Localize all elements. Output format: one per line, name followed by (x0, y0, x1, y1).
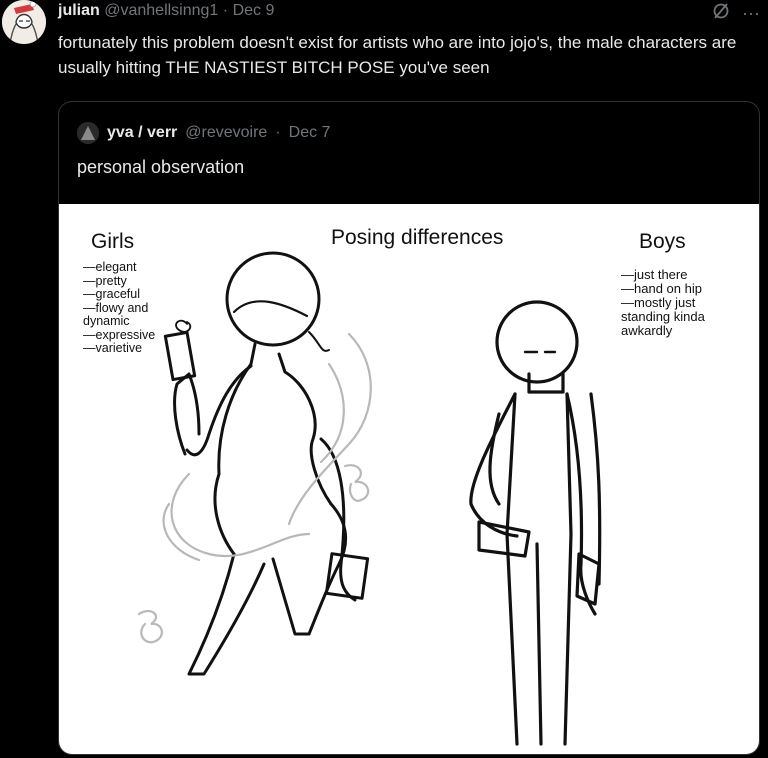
girl-figure (163, 251, 370, 676)
tweet-header: julian @vanhellsinng1 · Dec 9 (58, 2, 274, 20)
grok-icon[interactable] (712, 2, 730, 25)
posing-sketch (137, 251, 602, 746)
separator-dot: · (275, 124, 281, 141)
author-handle[interactable]: @vanhellsinng1 (104, 2, 218, 19)
quoted-author-name[interactable]: yva / verr (107, 124, 177, 142)
quoted-author-avatar[interactable] (77, 122, 99, 144)
quoted-tweet-image[interactable]: Posing differences Girls —elegant —prett… (59, 204, 759, 754)
avatar-drawing (2, 0, 46, 44)
tweet-text: fortunately this problem doesn't exist f… (58, 33, 737, 77)
quoted-tweet-card[interactable]: yva / verr @revevoire · Dec 7 personal o… (58, 101, 760, 755)
separator-dot: · (222, 2, 229, 19)
more-icon[interactable]: ··· (742, 3, 760, 24)
quoted-author-handle[interactable]: @revevoire (185, 124, 267, 142)
post-date[interactable]: Dec 9 (233, 2, 275, 19)
boy-figure (469, 300, 602, 746)
tweet-actions: ··· (712, 2, 760, 25)
quoted-tweet-header: yva / verr @revevoire · Dec 7 (77, 122, 330, 144)
author-name[interactable]: julian (58, 2, 100, 19)
quoted-post-date[interactable]: Dec 7 (289, 124, 331, 142)
author-avatar[interactable] (2, 0, 46, 44)
quoted-tweet-text: personal observation (77, 157, 245, 177)
